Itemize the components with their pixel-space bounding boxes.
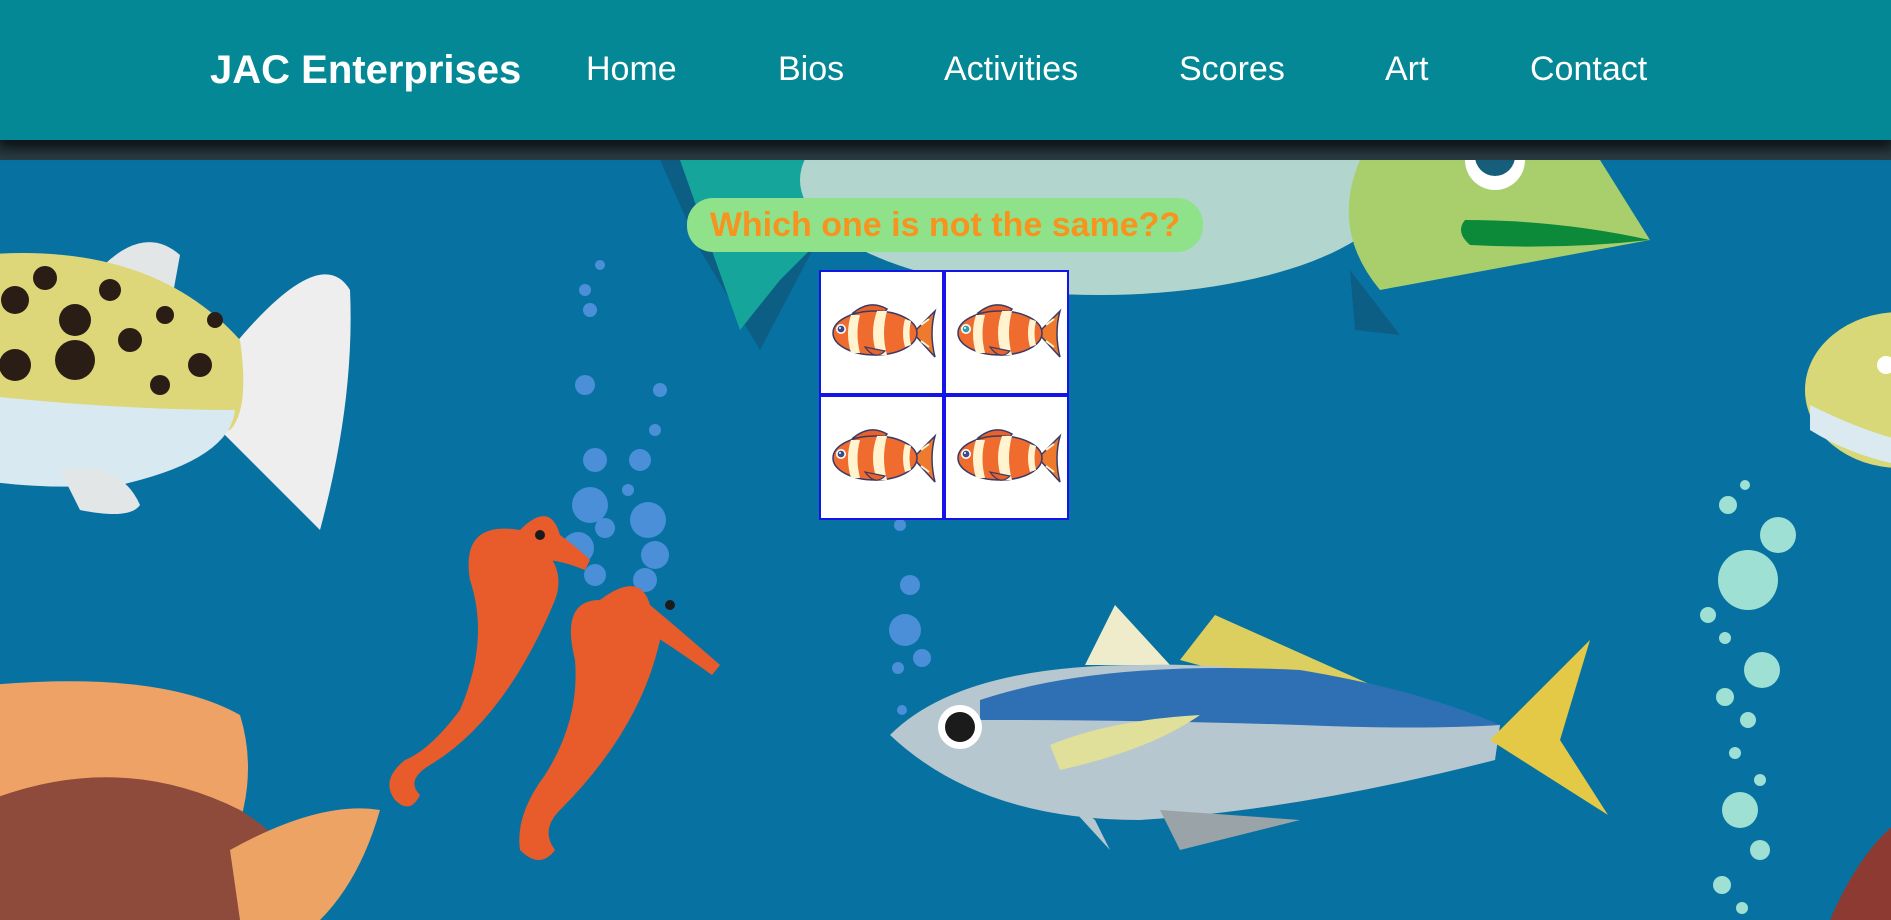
clownfish-icon [831, 428, 936, 483]
brand-title[interactable]: JAC Enterprises [210, 48, 521, 93]
nav-link-activities[interactable]: Activities [944, 50, 1078, 89]
fish-tile[interactable] [944, 270, 1069, 395]
fish-choice-grid [819, 270, 1069, 520]
fish-tile[interactable] [819, 270, 944, 395]
clownfish-icon [956, 303, 1061, 358]
fish-tile[interactable] [944, 395, 1069, 520]
game-question: Which one is not the same?? [687, 198, 1203, 252]
fish-tile[interactable] [819, 395, 944, 520]
page: JAC Enterprises Home Bios Activities Sco… [0, 0, 1891, 920]
nav-link-bios[interactable]: Bios [778, 50, 844, 89]
navbar: JAC Enterprises Home Bios Activities Sco… [0, 0, 1891, 140]
nav-link-art[interactable]: Art [1385, 50, 1428, 89]
clownfish-icon [956, 428, 1061, 483]
nav-shadow-strip [0, 140, 1891, 160]
nav-link-contact[interactable]: Contact [1530, 50, 1647, 89]
clownfish-icon [831, 303, 936, 358]
nav-link-home[interactable]: Home [586, 50, 677, 89]
nav-link-scores[interactable]: Scores [1179, 50, 1285, 89]
